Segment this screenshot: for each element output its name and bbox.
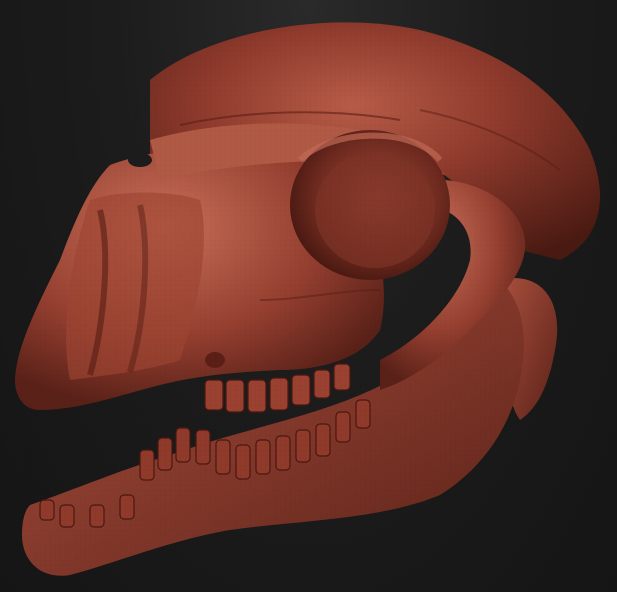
sculpt-viewport[interactable] [0, 0, 617, 592]
skull-model[interactable] [0, 0, 617, 592]
